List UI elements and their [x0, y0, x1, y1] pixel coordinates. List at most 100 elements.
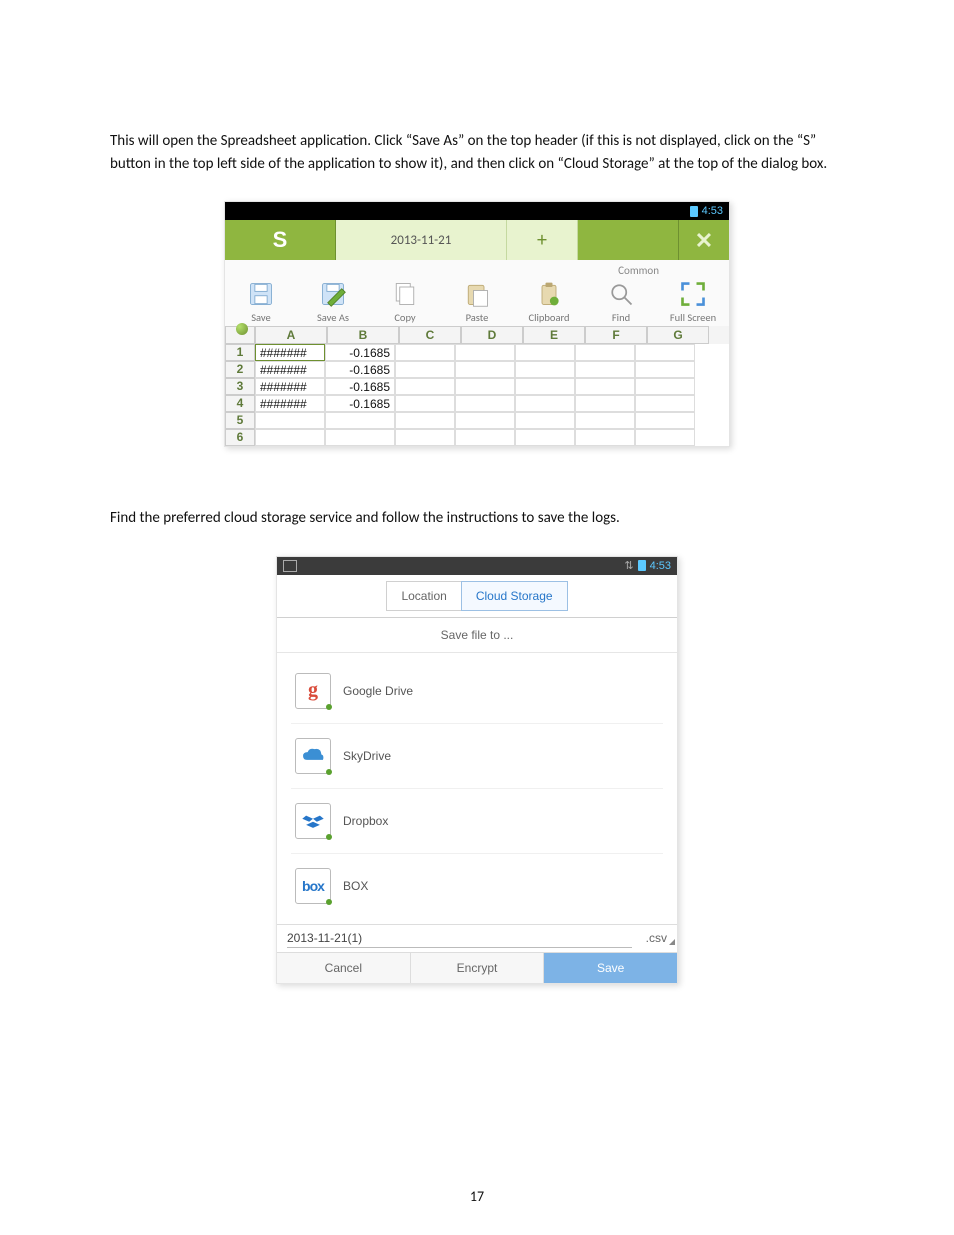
save-as-label: Save As: [317, 311, 349, 324]
find-button[interactable]: Find: [585, 280, 657, 324]
cell[interactable]: -0.1685: [325, 395, 395, 412]
cell[interactable]: -0.1685: [325, 344, 395, 361]
cloud-item-google-drive[interactable]: g Google Drive: [291, 659, 663, 724]
cell[interactable]: [575, 344, 635, 361]
cancel-button[interactable]: Cancel: [277, 953, 411, 983]
paste-icon: [463, 280, 491, 308]
paste-button[interactable]: Paste: [441, 280, 513, 324]
close-button[interactable]: ✕: [679, 220, 729, 260]
table-row: 6: [225, 429, 729, 446]
cell[interactable]: [635, 344, 695, 361]
cell[interactable]: -0.1685: [325, 361, 395, 378]
copy-icon: [391, 280, 419, 308]
dropbox-icon: [295, 803, 331, 839]
cloud-item-dropbox[interactable]: Dropbox: [291, 789, 663, 854]
cell[interactable]: [635, 429, 695, 446]
save-as-icon: [319, 280, 347, 308]
ribbon-tab-common[interactable]: Common: [618, 264, 659, 277]
cell[interactable]: [455, 412, 515, 429]
cell[interactable]: [575, 378, 635, 395]
cell[interactable]: [515, 395, 575, 412]
cloud-item-box[interactable]: box BOX: [291, 854, 663, 918]
column-headers: A B C D E F G: [225, 326, 729, 344]
cell[interactable]: [395, 344, 455, 361]
title-bar: S 2013-11-21 + ✕: [225, 220, 729, 260]
filename-input[interactable]: 2013-11-21(1): [287, 929, 632, 948]
full-screen-button[interactable]: Full Screen: [657, 280, 729, 324]
cloud-item-skydrive[interactable]: SkyDrive: [291, 724, 663, 789]
row-header[interactable]: 6: [225, 429, 255, 446]
column-header-f[interactable]: F: [585, 326, 647, 344]
row-header[interactable]: 4: [225, 395, 255, 412]
cell[interactable]: [515, 378, 575, 395]
tab-cloud-storage[interactable]: Cloud Storage: [461, 581, 568, 611]
cell[interactable]: [455, 395, 515, 412]
page-number: 17: [0, 1188, 954, 1205]
cell[interactable]: [575, 361, 635, 378]
row-header[interactable]: 3: [225, 378, 255, 395]
cell[interactable]: [395, 412, 455, 429]
cell[interactable]: [515, 429, 575, 446]
cloud-item-label: Dropbox: [343, 814, 388, 828]
file-extension-select[interactable]: .csv: [632, 931, 667, 945]
select-all-cell[interactable]: [225, 326, 255, 344]
cell[interactable]: [635, 412, 695, 429]
cell[interactable]: [575, 429, 635, 446]
row-header[interactable]: 2: [225, 361, 255, 378]
cell[interactable]: [325, 429, 395, 446]
cell[interactable]: [635, 361, 695, 378]
cell[interactable]: [395, 429, 455, 446]
cell[interactable]: -0.1685: [325, 378, 395, 395]
column-header-e[interactable]: E: [523, 326, 585, 344]
encrypt-button[interactable]: Encrypt: [411, 953, 545, 983]
spreadsheet-grid[interactable]: 1#######-0.16852#######-0.16853#######-0…: [225, 344, 729, 446]
column-header-d[interactable]: D: [461, 326, 523, 344]
column-header-g[interactable]: G: [647, 326, 709, 344]
cell[interactable]: [455, 344, 515, 361]
save-button[interactable]: Save: [225, 280, 297, 324]
cell[interactable]: #######: [255, 361, 325, 378]
save-to-label: Save file to ...: [277, 618, 677, 653]
column-header-c[interactable]: C: [399, 326, 461, 344]
column-header-a[interactable]: A: [255, 326, 327, 344]
cell[interactable]: #######: [255, 344, 325, 361]
save-button[interactable]: Save: [544, 953, 677, 983]
app-logo-button[interactable]: S: [225, 220, 336, 260]
cell[interactable]: [635, 395, 695, 412]
cell[interactable]: [255, 412, 325, 429]
cell[interactable]: [395, 361, 455, 378]
cell[interactable]: [395, 378, 455, 395]
cell[interactable]: #######: [255, 395, 325, 412]
paragraph-2: Find the preferred cloud storage service…: [110, 507, 844, 530]
copy-button[interactable]: Copy: [369, 280, 441, 324]
cell[interactable]: [515, 361, 575, 378]
cell[interactable]: [255, 429, 325, 446]
table-row: 5: [225, 412, 729, 429]
cell[interactable]: [575, 412, 635, 429]
cell[interactable]: [325, 412, 395, 429]
cell[interactable]: [635, 378, 695, 395]
cell[interactable]: [515, 344, 575, 361]
cloud-service-list: g Google Drive SkyDrive Dropbox: [277, 653, 677, 924]
cell[interactable]: [455, 361, 515, 378]
document-tab[interactable]: 2013-11-21: [336, 220, 507, 260]
column-header-b[interactable]: B: [327, 326, 399, 344]
clipboard-label: Clipboard: [528, 311, 569, 324]
status-time: 4:53: [650, 560, 671, 572]
cell[interactable]: [455, 378, 515, 395]
cell[interactable]: [575, 395, 635, 412]
paste-label: Paste: [466, 311, 489, 324]
cell[interactable]: [395, 395, 455, 412]
cell[interactable]: [455, 429, 515, 446]
cell[interactable]: [515, 412, 575, 429]
table-row: 2#######-0.1685: [225, 361, 729, 378]
cloud-item-label: Google Drive: [343, 684, 413, 698]
cell[interactable]: #######: [255, 378, 325, 395]
row-header[interactable]: 1: [225, 344, 255, 361]
clipboard-button[interactable]: Clipboard: [513, 280, 585, 324]
tab-location[interactable]: Location: [386, 581, 461, 611]
save-as-button[interactable]: Save As: [297, 280, 369, 324]
row-header[interactable]: 5: [225, 412, 255, 429]
new-tab-button[interactable]: +: [507, 220, 578, 260]
box-icon: box: [295, 868, 331, 904]
